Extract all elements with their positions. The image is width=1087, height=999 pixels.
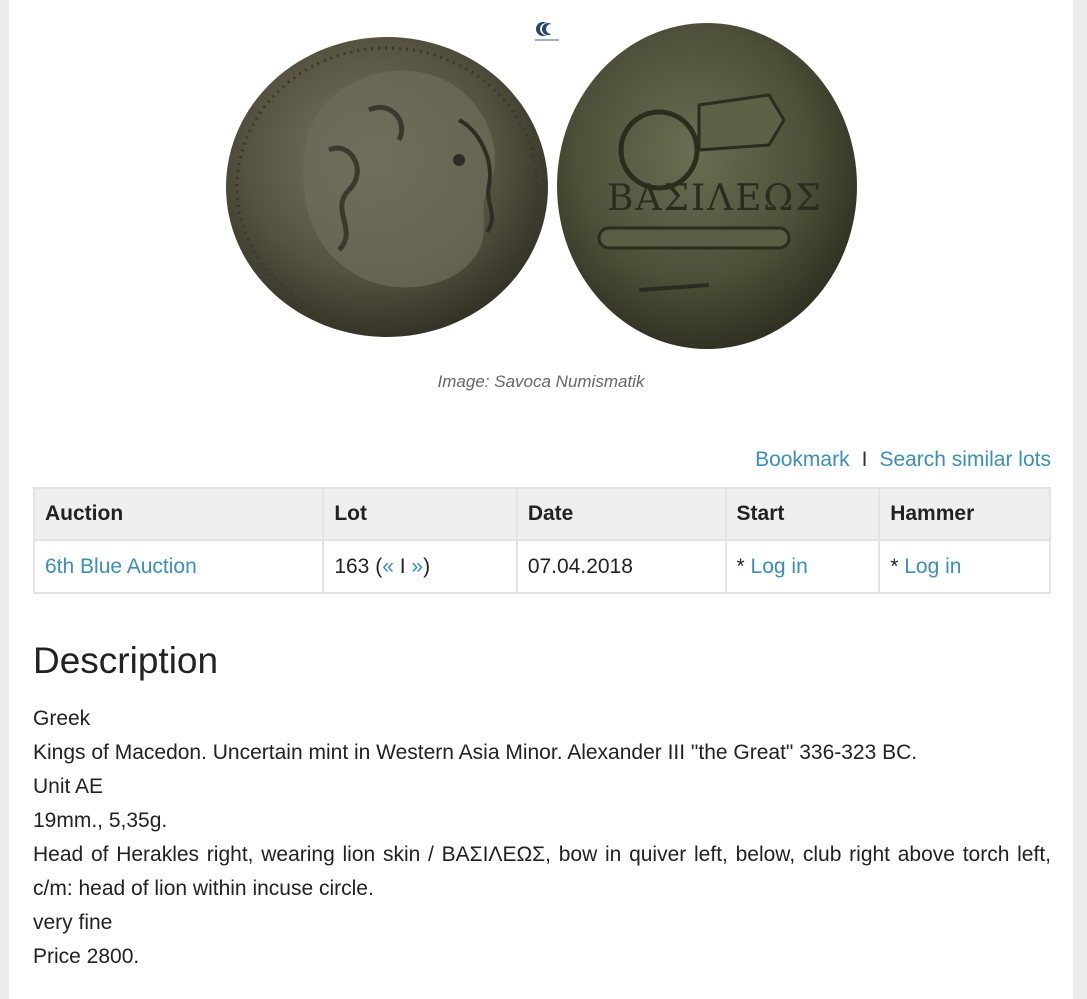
lot-actions: Bookmark I Search similar lots (755, 448, 1051, 472)
description-line: Head of Herakles right, wearing lion ski… (33, 843, 1051, 900)
lot-nav-separator: I (399, 554, 406, 578)
actions-separator: I (861, 448, 868, 471)
header-hammer: Hammer (878, 487, 1051, 541)
coin-image-svg: ΒΑΣΙΛΕΩΣ (226, 23, 857, 349)
description-line: 19mm., 5,35g. (33, 809, 168, 832)
cell-auction: 6th Blue Auction (32, 539, 325, 594)
cell-date: 07.04.2018 (515, 539, 727, 594)
savoca-logo-icon (535, 22, 559, 41)
previous-lot-link[interactable]: « (382, 555, 394, 578)
image-caption: Image: Savoca Numismatik (437, 372, 645, 391)
description-line: Greek (33, 707, 91, 730)
description-line: Kings of Macedon. Uncertain mint in West… (33, 741, 918, 764)
page: ΒΑΣΙΛΕΩΣ Image: Savoca Numismatik Bookma… (9, 0, 1073, 999)
bookmark-link[interactable]: Bookmark (755, 448, 850, 471)
cell-start: * Log in (724, 539, 881, 594)
header-date: Date (515, 487, 727, 541)
coin-reverse-icon: ΒΑΣΙΛΕΩΣ (557, 23, 857, 349)
header-lot: Lot (322, 487, 518, 541)
description-line: Price 2800. (33, 945, 140, 968)
search-similar-link[interactable]: Search similar lots (879, 448, 1051, 471)
coin-image[interactable]: ΒΑΣΙΛΕΩΣ (9, 0, 1073, 360)
cell-hammer: * Log in (878, 539, 1051, 594)
cell-lot: 163 (« I ») (322, 539, 518, 594)
lot-table: Auction Lot Date Start Hammer 6th Blue A… (32, 487, 1051, 594)
start-login-link[interactable]: Log in (751, 555, 808, 578)
description-body: Greek Kings of Macedon. Uncertain mint i… (33, 702, 1051, 974)
next-lot-link[interactable]: » (411, 555, 423, 578)
table-header-row: Auction Lot Date Start Hammer (32, 487, 1051, 541)
header-auction: Auction (32, 487, 325, 541)
hammer-login-link[interactable]: Log in (904, 555, 961, 578)
auction-link[interactable]: 6th Blue Auction (45, 555, 197, 578)
coin-inscription: ΒΑΣΙΛΕΩΣ (607, 178, 823, 219)
hammer-asterisk: * (890, 554, 905, 578)
description-line: Unit AE (33, 775, 104, 798)
lot-number: 163 (334, 554, 370, 578)
description-line: very fine (33, 911, 113, 934)
description-title: Description (33, 640, 219, 681)
table-row: 6th Blue Auction 163 (« I ») 07.04.2018 … (32, 539, 1051, 594)
start-asterisk: * (736, 554, 751, 578)
header-start: Start (724, 487, 881, 541)
coin-obverse-icon (226, 37, 548, 337)
